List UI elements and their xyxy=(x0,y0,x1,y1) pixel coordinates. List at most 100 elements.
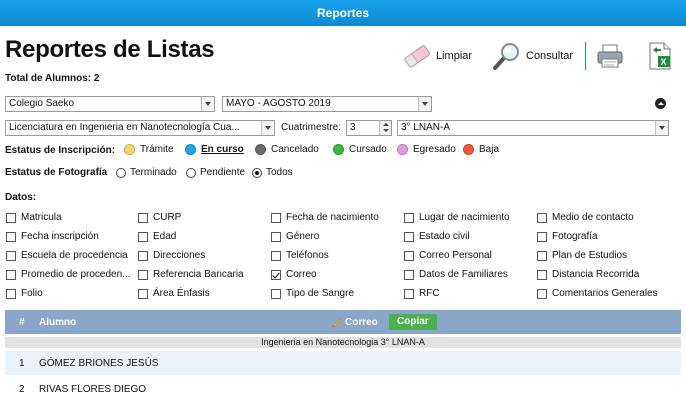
checkbox-icon xyxy=(537,212,547,223)
datos-checkbox[interactable]: Teléfonos xyxy=(271,250,329,261)
col-email: Correo xyxy=(345,317,378,328)
chevron-down-icon xyxy=(418,97,431,111)
stepper-buttons[interactable] xyxy=(379,121,391,135)
photo-radio-1[interactable]: Pendiente xyxy=(186,167,245,178)
datos-checkbox[interactable]: Datos de Familiares xyxy=(404,269,508,280)
datos-checkbox[interactable]: Plan de Estudios xyxy=(537,250,627,261)
checkbox-icon xyxy=(138,212,148,223)
table-header: # Alumno Correo Copiar xyxy=(5,310,681,334)
datos-checkbox[interactable]: Correo Personal xyxy=(404,250,492,261)
status-dot-icon xyxy=(333,144,344,155)
col-number: # xyxy=(19,317,25,328)
period-select[interactable]: MAYO - AGOSTO 2019 xyxy=(222,96,432,112)
checkbox-icon xyxy=(138,250,148,261)
header-title: Reportes xyxy=(316,6,369,20)
checkbox-icon xyxy=(271,288,281,299)
school-select[interactable]: Colegio Saeko xyxy=(5,96,215,112)
svg-text:X: X xyxy=(661,57,667,67)
checkbox-icon xyxy=(138,269,148,280)
inscription-option-3[interactable]: Cursado xyxy=(333,144,387,155)
checkbox-icon xyxy=(6,231,16,242)
datos-checkbox[interactable]: Género xyxy=(271,231,319,242)
radio-circle-icon xyxy=(252,167,262,178)
row-number: 2 xyxy=(19,384,25,395)
table-row[interactable]: 2 RIVAS FLORES DIEGO xyxy=(5,377,681,401)
total-students: Total de Alumnos: 2 xyxy=(5,73,100,84)
datos-checkbox[interactable]: Comentarios Generales xyxy=(537,288,658,299)
student-name: GÓMEZ BRIONES JESÚS xyxy=(39,358,159,369)
inscription-option-4[interactable]: Egresado xyxy=(397,144,456,155)
photo-status-label: Estatus de Fotografía xyxy=(5,167,108,178)
radio-circle-icon xyxy=(116,167,126,178)
pencil-icon xyxy=(332,318,342,328)
datos-checkbox[interactable]: Edad xyxy=(138,231,176,242)
quarter-label: Cuatrimestre: xyxy=(281,122,342,133)
datos-checkbox[interactable]: Correo xyxy=(271,269,317,280)
datos-checkbox[interactable]: Referencia Bancaria xyxy=(138,269,244,280)
checkbox-icon xyxy=(537,269,547,280)
chevron-down-icon xyxy=(655,121,668,135)
photo-radio-0[interactable]: Terminado xyxy=(116,167,177,178)
total-count: 2 xyxy=(93,73,100,84)
status-dot-icon xyxy=(185,144,196,155)
export-excel-button[interactable]: X xyxy=(646,40,674,72)
checkbox-icon xyxy=(404,269,414,280)
checkbox-icon xyxy=(138,288,148,299)
print-button[interactable] xyxy=(596,40,624,72)
datos-checkbox[interactable]: Matricula xyxy=(6,212,62,223)
datos-checkbox[interactable]: Fecha de nacimiento xyxy=(271,212,379,223)
datos-checkbox[interactable]: Folio xyxy=(6,288,43,299)
datos-checkbox[interactable]: Área Énfasis xyxy=(138,288,210,299)
student-name: RIVAS FLORES DIEGO xyxy=(39,384,147,395)
checkbox-icon xyxy=(138,231,148,242)
chevron-down-icon xyxy=(383,129,389,132)
inscription-option-1[interactable]: En curso xyxy=(185,144,244,155)
chevron-down-icon xyxy=(201,97,214,111)
query-button[interactable]: Consultar xyxy=(492,40,573,72)
checkbox-icon xyxy=(404,250,414,261)
printer-icon xyxy=(597,44,623,68)
datos-checkbox[interactable]: Escuela de procedencia xyxy=(6,250,128,261)
datos-checkbox[interactable]: Tipo de Sangre xyxy=(271,288,354,299)
datos-checkbox[interactable]: RFC xyxy=(404,288,440,299)
datos-checkbox[interactable]: Direcciones xyxy=(138,250,205,261)
inscription-option-0[interactable]: Trámite xyxy=(124,144,174,155)
quarter-stepper[interactable]: 3 xyxy=(346,120,392,136)
excel-export-icon: X xyxy=(649,42,671,70)
inscription-option-5[interactable]: Baja xyxy=(463,144,499,155)
radio-circle-icon xyxy=(186,167,196,178)
checkbox-icon xyxy=(271,212,281,223)
datos-checkbox[interactable]: CURP xyxy=(138,212,181,223)
chevron-down-icon xyxy=(261,121,274,135)
status-dot-icon xyxy=(124,144,135,155)
datos-checkbox[interactable]: Fotografía xyxy=(537,231,598,242)
magnifier-icon xyxy=(493,43,519,70)
checkbox-icon xyxy=(537,288,547,299)
career-select[interactable]: Licenciatura en Ingenieria en Nanotecnol… xyxy=(5,120,275,136)
status-dot-icon xyxy=(397,144,408,155)
col-student: Alumno xyxy=(39,317,77,328)
table-row[interactable]: 1 GÓMEZ BRIONES JESÚS xyxy=(5,351,681,375)
clear-button[interactable]: Limpiar xyxy=(402,40,472,72)
checkbox-icon xyxy=(271,250,281,261)
row-number: 1 xyxy=(19,358,25,369)
checkbox-icon xyxy=(6,269,16,280)
group-select[interactable]: 3° LNAN-A xyxy=(397,120,669,136)
datos-checkbox[interactable]: Promedio de proceden... xyxy=(6,269,131,280)
checkbox-icon xyxy=(271,269,281,280)
datos-checkbox[interactable]: Lugar de nacimiento xyxy=(404,212,510,223)
group-row: Ingenieria en Nanotecnologia 3° LNAN-A xyxy=(5,337,681,348)
checkbox-icon xyxy=(537,231,547,242)
checkbox-icon xyxy=(404,212,414,223)
datos-checkbox[interactable]: Medio de contacto xyxy=(537,212,634,223)
checkbox-icon xyxy=(6,212,16,223)
collapse-icon[interactable] xyxy=(655,98,666,109)
chevron-up-icon xyxy=(383,123,389,126)
datos-checkbox[interactable]: Fecha inscripción xyxy=(6,231,99,242)
copy-button[interactable]: Copiar xyxy=(389,314,437,330)
inscription-option-2[interactable]: Cancelado xyxy=(255,144,319,155)
datos-checkbox[interactable]: Estado civil xyxy=(404,231,470,242)
photo-radio-2[interactable]: Todos xyxy=(252,167,293,178)
datos-checkbox[interactable]: Distancia Recorrida xyxy=(537,269,639,280)
checkbox-icon xyxy=(271,231,281,242)
